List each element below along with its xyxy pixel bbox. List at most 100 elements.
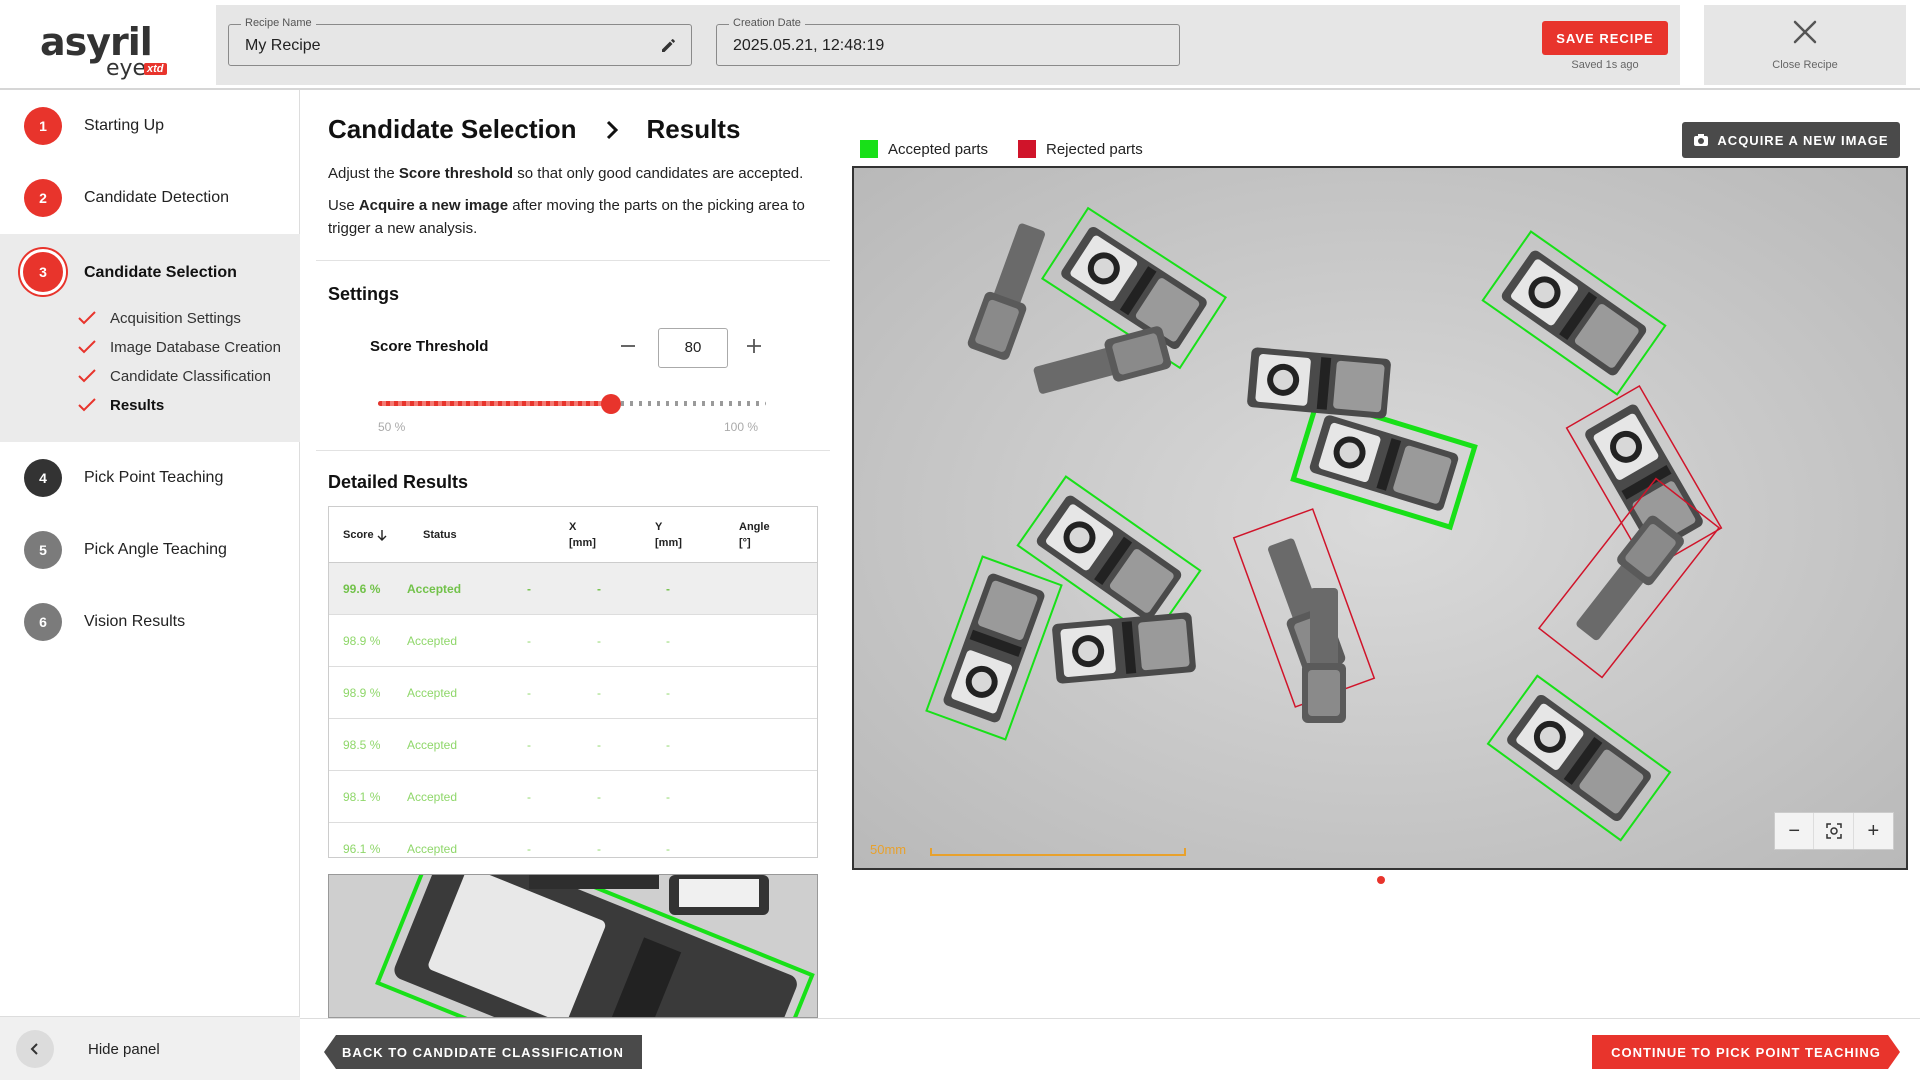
table-row[interactable]: 98.1 % Accepted - - - bbox=[329, 771, 817, 823]
hide-panel-bar: Hide panel bbox=[0, 1016, 300, 1080]
footer-bar: BACK TO CANDIDATE CLASSIFICATION CONTINU… bbox=[300, 1018, 1920, 1080]
step-label: Pick Angle Teaching bbox=[84, 541, 227, 558]
substep-image-database-creation[interactable]: Image Database Creation bbox=[78, 335, 281, 359]
step-number: 5 bbox=[24, 531, 62, 569]
recipe-header-band: Recipe Name My Recipe Creation Date 2025… bbox=[216, 5, 1680, 85]
step-candidate-selection[interactable]: 3 Candidate Selection Acquisition Settin… bbox=[0, 234, 300, 442]
table-row[interactable]: 98.5 % Accepted - - - bbox=[329, 719, 817, 771]
breadcrumb-parent[interactable]: Candidate Selection bbox=[328, 114, 577, 145]
fit-screen-icon[interactable] bbox=[1825, 823, 1842, 839]
col-score[interactable]: Score bbox=[343, 527, 387, 543]
col-status: Status bbox=[423, 529, 457, 541]
status-cell: Accepted bbox=[407, 582, 462, 596]
results-table: Score Status X [mm] Y [mm] Angle [°] 99.… bbox=[328, 506, 818, 858]
table-row[interactable]: 98.9 % Accepted - - - bbox=[329, 667, 817, 719]
angle-cell: - bbox=[666, 842, 670, 856]
scale-label: 50mm bbox=[870, 842, 907, 857]
score-threshold-label: Score Threshold bbox=[370, 338, 489, 355]
step-pick-point-teaching[interactable]: 4 Pick Point Teaching bbox=[0, 442, 300, 514]
camera-icon bbox=[1694, 134, 1709, 146]
status-cell: Accepted bbox=[407, 634, 458, 648]
detailed-results-title: Detailed Results bbox=[328, 472, 469, 492]
step-starting-up[interactable]: 1 Starting Up bbox=[0, 90, 300, 162]
substep-candidate-classification[interactable]: Candidate Classification bbox=[78, 364, 271, 388]
back-to-candidate-classification-button[interactable]: BACK TO CANDIDATE CLASSIFICATION bbox=[324, 1035, 642, 1069]
minus-icon[interactable] bbox=[618, 336, 638, 356]
plus-icon[interactable] bbox=[744, 336, 764, 356]
score-threshold-slider[interactable] bbox=[378, 394, 766, 414]
creation-date-field: Creation Date 2025.05.21, 12:48:19 bbox=[716, 17, 1180, 66]
angle-cell: - bbox=[666, 738, 670, 752]
status-cell: Accepted bbox=[407, 686, 458, 700]
check-icon bbox=[78, 369, 96, 383]
chevron-left-icon[interactable] bbox=[28, 1042, 42, 1056]
recipe-name-value[interactable]: My Recipe bbox=[245, 37, 321, 55]
asyril-logo: asyril eye xtd bbox=[40, 20, 180, 81]
score-cell: 96.1 % bbox=[343, 842, 381, 856]
pencil-icon[interactable] bbox=[659, 35, 679, 55]
breadcrumb: Candidate Selection Results bbox=[328, 114, 740, 145]
table-row[interactable]: 96.1 % Accepted - - - bbox=[329, 823, 817, 857]
substep-acquisition-settings[interactable]: Acquisition Settings bbox=[78, 306, 241, 330]
table-row[interactable]: 99.6 % Accepted - - - bbox=[329, 563, 817, 615]
step-label: Candidate Detection bbox=[84, 189, 229, 206]
settings-title: Settings bbox=[328, 284, 400, 304]
col-x: X [mm] bbox=[569, 521, 596, 549]
zoom-in-button[interactable]: + bbox=[1854, 813, 1893, 849]
substep-results[interactable]: Results bbox=[78, 393, 164, 417]
close-icon[interactable] bbox=[1790, 17, 1820, 47]
main-content: Candidate Selection Results Adjust the S… bbox=[300, 90, 1920, 1018]
app-header: asyril eye xtd Recipe Name My Recipe Cre… bbox=[0, 0, 1920, 90]
close-recipe-label: Close Recipe bbox=[1772, 59, 1838, 71]
angle-cell: - bbox=[666, 634, 670, 648]
step-label: Starting Up bbox=[84, 117, 165, 134]
acquire-new-image-button[interactable]: ACQUIRE A NEW IMAGE bbox=[1682, 122, 1900, 158]
zoom-out-button[interactable]: − bbox=[1775, 813, 1815, 849]
x-cell: - bbox=[527, 582, 531, 596]
y-cell: - bbox=[597, 686, 601, 700]
check-icon bbox=[78, 340, 96, 354]
close-recipe-button[interactable]: Close Recipe bbox=[1704, 5, 1906, 85]
col-angle: Angle [°] bbox=[739, 521, 770, 549]
slider-max-label: 100 % bbox=[724, 420, 759, 434]
x-cell: - bbox=[527, 634, 531, 648]
y-cell: - bbox=[597, 790, 601, 804]
step-candidate-detection[interactable]: 2 Candidate Detection bbox=[0, 162, 300, 234]
x-cell: - bbox=[527, 686, 531, 700]
angle-cell: - bbox=[666, 582, 670, 596]
table-row[interactable]: 98.9 % Accepted - - - bbox=[329, 615, 817, 667]
legend-rejected: Rejected parts bbox=[1018, 140, 1143, 158]
intro-acquire-image: Use Acquire a new image after moving the… bbox=[328, 197, 805, 237]
hide-panel-button[interactable] bbox=[16, 1030, 54, 1068]
step-pick-angle-teaching[interactable]: 5 Pick Angle Teaching bbox=[0, 514, 300, 586]
divider bbox=[316, 450, 830, 451]
chevron-right-icon bbox=[606, 120, 618, 139]
step-label: Pick Point Teaching bbox=[84, 469, 224, 486]
recipe-name-field[interactable]: Recipe Name My Recipe bbox=[228, 17, 692, 66]
zoom-controls: − + bbox=[1774, 812, 1894, 850]
slider-handle[interactable] bbox=[600, 394, 621, 414]
picking-area-image bbox=[854, 168, 1906, 868]
step-vision-results[interactable]: 6 Vision Results bbox=[0, 586, 300, 658]
y-cell: - bbox=[597, 738, 601, 752]
sort-down-icon[interactable] bbox=[377, 529, 387, 542]
y-cell: - bbox=[597, 634, 601, 648]
recipe-name-label: Recipe Name bbox=[241, 17, 316, 29]
slider-min-label: 50 % bbox=[378, 420, 406, 434]
creation-date-label: Creation Date bbox=[729, 17, 805, 29]
continue-to-pick-point-teaching-button[interactable]: CONTINUE TO PICK POINT TEACHING bbox=[1592, 1035, 1900, 1069]
image-page-indicator[interactable] bbox=[1377, 876, 1385, 884]
camera-image-viewer[interactable]: 50mm − + bbox=[852, 166, 1908, 870]
zoom-fit-button[interactable] bbox=[1814, 813, 1854, 849]
intro-score-threshold: Adjust the Score threshold so that only … bbox=[328, 165, 804, 182]
score-threshold-input[interactable]: 80 bbox=[658, 328, 728, 368]
y-cell: - bbox=[597, 842, 601, 856]
step-number: 2 bbox=[24, 179, 62, 217]
x-cell: - bbox=[527, 842, 531, 856]
saved-status: Saved 1s ago bbox=[1571, 59, 1639, 71]
x-cell: - bbox=[527, 790, 531, 804]
legend-accepted: Accepted parts bbox=[860, 140, 988, 158]
hide-panel-label[interactable]: Hide panel bbox=[88, 1041, 160, 1058]
save-recipe-button[interactable]: SAVE RECIPE bbox=[1542, 21, 1668, 55]
status-cell: Accepted bbox=[407, 738, 458, 752]
